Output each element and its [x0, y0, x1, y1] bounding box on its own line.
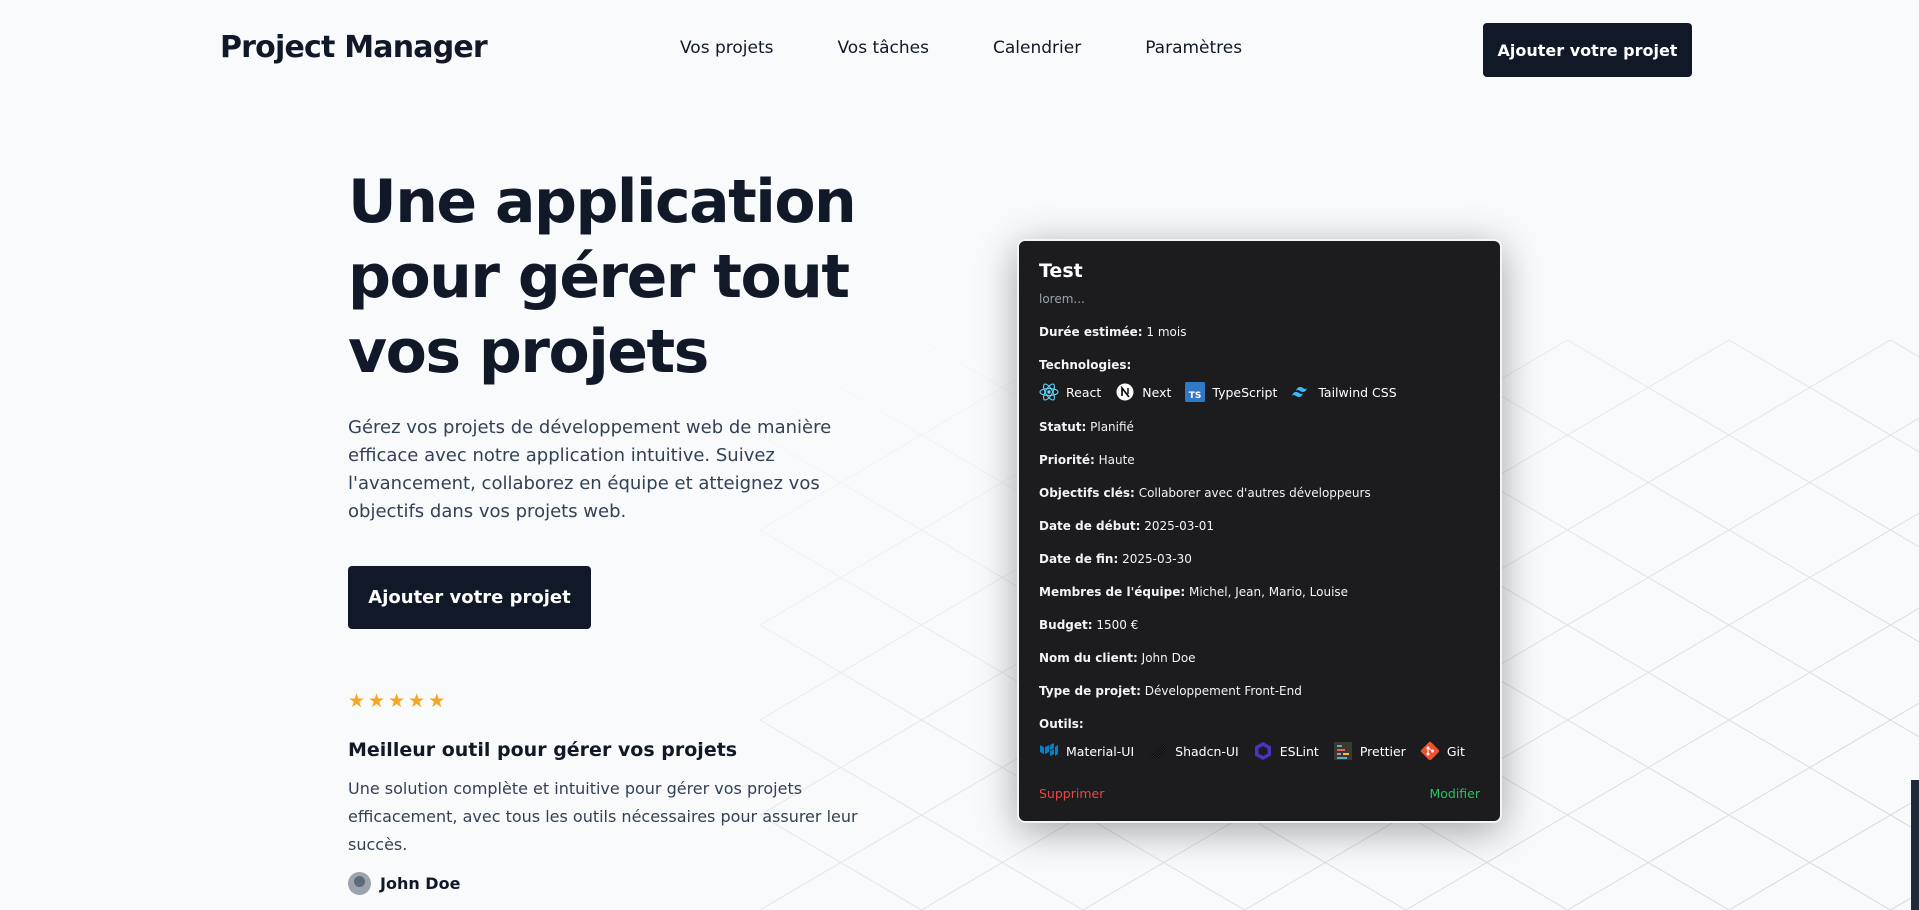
- main-nav: Vos projets Vos tâches Calendrier Paramè…: [680, 38, 1306, 58]
- team-value: Michel, Jean, Mario, Louise: [1188, 585, 1349, 599]
- tech-chip-tailwind: Tailwind CSS: [1291, 382, 1397, 402]
- tool-chip-prettier: Prettier: [1333, 741, 1406, 761]
- header: Project Manager Vos projets Vos tâches C…: [0, 0, 1919, 100]
- project-card: Test lorem... Durée estimée: 1 mois Tech…: [1017, 239, 1502, 823]
- objectives-label: Objectifs clés:: [1039, 486, 1135, 500]
- edit-button[interactable]: Modifier: [1429, 786, 1480, 801]
- review-text: Une solution complète et intuitive pour …: [348, 779, 858, 854]
- hero-title: Une application pour gérer tout vos proj…: [348, 165, 908, 390]
- tools-list: Material-UI Shadcn-UI ESLint Prettier Gi…: [1039, 741, 1480, 761]
- git-icon: [1420, 741, 1440, 761]
- tool-label: Git: [1446, 743, 1465, 759]
- objectives-row: Objectifs clés: Collaborer avec d'autres…: [1039, 485, 1480, 501]
- tool-chip-material-ui: Material-UI: [1039, 741, 1134, 761]
- tech-label: React: [1066, 384, 1102, 400]
- hero-title-line: Une application: [348, 167, 857, 237]
- tool-label: Prettier: [1359, 743, 1406, 759]
- technologies-list: React Next TS TypeScript Tailwind CSS: [1039, 382, 1480, 402]
- star-icon: ★: [408, 690, 426, 712]
- tech-label: Tailwind CSS: [1318, 384, 1397, 400]
- react-icon: [1039, 382, 1059, 402]
- status-row: Statut: Planifié: [1039, 419, 1480, 435]
- budget-value: 1500 €: [1096, 618, 1139, 632]
- tool-label: Shadcn-UI: [1175, 743, 1239, 759]
- tools-label: Outils:: [1039, 717, 1084, 731]
- star-icon: ★: [388, 690, 406, 712]
- reviewer: John Doe: [348, 872, 460, 895]
- star-icon: ★: [348, 690, 366, 712]
- end-date-value: 2025-03-30: [1122, 552, 1192, 566]
- tech-chip-next: Next: [1115, 382, 1171, 402]
- budget-row: Budget: 1500 €: [1039, 617, 1480, 633]
- logo[interactable]: Project Manager: [220, 30, 488, 65]
- priority-row: Priorité: Haute: [1039, 452, 1480, 468]
- technologies-label: Technologies:: [1039, 358, 1132, 372]
- client-row: Nom du client: John Doe: [1039, 650, 1480, 666]
- project-type-row: Type de projet: Développement Front-End: [1039, 683, 1480, 699]
- objectives-value: Collaborer avec d'autres développeurs: [1138, 486, 1371, 500]
- tech-chip-react: React: [1039, 382, 1101, 402]
- nav-item-projets[interactable]: Vos projets: [680, 38, 773, 58]
- tailwind-icon: [1291, 382, 1311, 402]
- star-icon: ★: [428, 690, 446, 712]
- prettier-icon: [1333, 741, 1353, 761]
- priority-label: Priorité:: [1039, 453, 1095, 467]
- card-description: lorem...: [1039, 292, 1085, 306]
- nav-item-calendrier[interactable]: Calendrier: [993, 38, 1081, 58]
- tool-chip-shadcn: Shadcn-UI: [1148, 741, 1239, 761]
- tool-chip-git: Git: [1420, 741, 1465, 761]
- duration-label: Durée estimée:: [1039, 325, 1143, 339]
- project-type-value: Développement Front-End: [1144, 684, 1302, 698]
- nextjs-icon: [1115, 382, 1135, 402]
- team-label: Membres de l'équipe:: [1039, 585, 1186, 599]
- tool-label: Material-UI: [1066, 743, 1135, 759]
- hero-add-project-button[interactable]: Ajouter votre projet: [348, 566, 591, 629]
- tools-row: Outils:: [1039, 716, 1480, 732]
- rating-stars: ★ ★ ★ ★ ★: [348, 690, 445, 712]
- hero-title-line: vos projets: [348, 317, 709, 387]
- duration-value: 1 mois: [1146, 325, 1187, 339]
- start-date-value: 2025-03-01: [1144, 519, 1214, 533]
- nav-item-parametres[interactable]: Paramètres: [1145, 38, 1242, 58]
- duration-row: Durée estimée: 1 mois: [1039, 324, 1480, 340]
- end-date-label: Date de fin:: [1039, 552, 1119, 566]
- hero-title-line: pour gérer tout: [348, 242, 850, 312]
- tool-chip-eslint: ESLint: [1253, 741, 1319, 761]
- hero-description: Gérez vos projets de développement web d…: [348, 417, 832, 522]
- shadcn-icon: [1148, 741, 1168, 761]
- eslint-icon: [1253, 741, 1273, 761]
- add-project-button[interactable]: Ajouter votre projet: [1483, 23, 1692, 77]
- nav-item-taches[interactable]: Vos tâches: [837, 38, 929, 58]
- scrollbar-thumb[interactable]: [1911, 780, 1919, 910]
- start-date-label: Date de début:: [1039, 519, 1141, 533]
- team-row: Membres de l'équipe: Michel, Jean, Mario…: [1039, 584, 1480, 600]
- review-title: Meilleur outil pour gérer vos projets: [348, 739, 738, 761]
- project-type-label: Type de projet:: [1039, 684, 1141, 698]
- status-value: Planifié: [1090, 420, 1134, 434]
- end-date-row: Date de fin: 2025-03-30: [1039, 551, 1480, 567]
- star-icon: ★: [368, 690, 386, 712]
- avatar: [348, 872, 371, 895]
- card-title: Test: [1039, 260, 1083, 282]
- delete-button[interactable]: Supprimer: [1039, 786, 1104, 801]
- svg-text:TS: TS: [1189, 391, 1202, 401]
- tech-label: TypeScript: [1212, 384, 1278, 400]
- reviewer-name: John Doe: [380, 874, 461, 893]
- tool-label: ESLint: [1279, 743, 1319, 759]
- material-ui-icon: [1039, 741, 1059, 761]
- card-actions: Supprimer Modifier: [1039, 786, 1480, 801]
- client-label: Nom du client:: [1039, 651, 1138, 665]
- priority-value: Haute: [1098, 453, 1135, 467]
- start-date-row: Date de début: 2025-03-01: [1039, 518, 1480, 534]
- tech-label: Next: [1142, 384, 1172, 400]
- tech-chip-typescript: TS TypeScript: [1185, 382, 1277, 402]
- typescript-icon: TS: [1185, 382, 1206, 402]
- status-label: Statut:: [1039, 420, 1087, 434]
- budget-label: Budget:: [1039, 618, 1093, 632]
- client-value: John Doe: [1141, 651, 1196, 665]
- technologies-row: Technologies:: [1039, 357, 1480, 373]
